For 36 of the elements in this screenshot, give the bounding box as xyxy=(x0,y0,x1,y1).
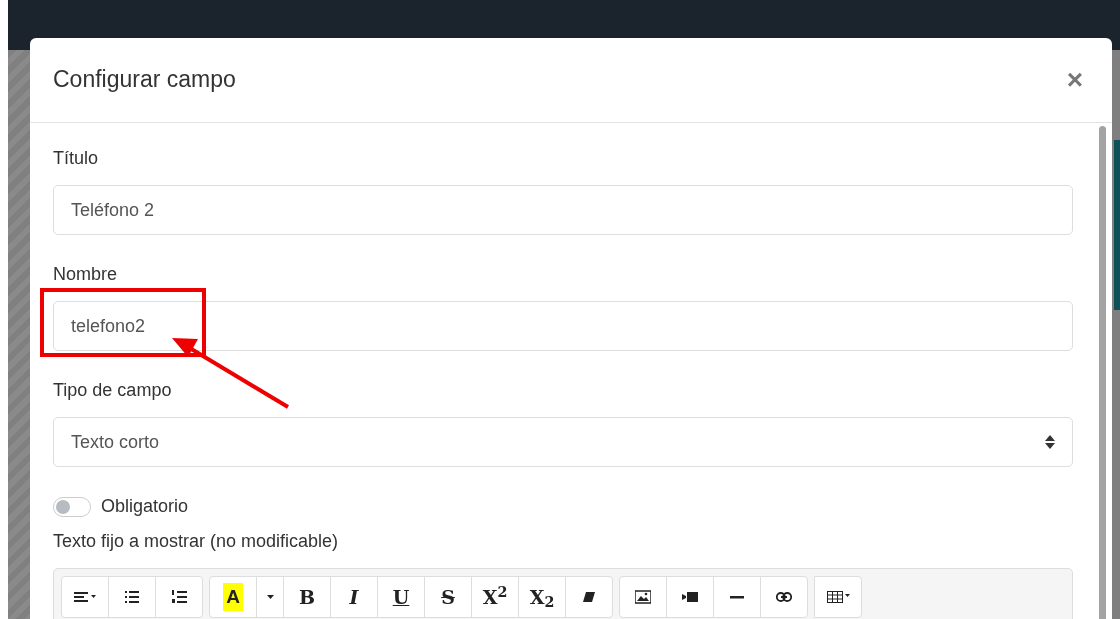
image-icon xyxy=(635,590,651,604)
table-icon xyxy=(826,590,850,604)
numbered-list-button[interactable] xyxy=(155,576,203,618)
strikethrough-button[interactable]: S xyxy=(424,576,472,618)
link-icon xyxy=(776,590,792,604)
sort-arrows-icon xyxy=(1045,435,1055,449)
field-label: Tipo de campo xyxy=(53,379,172,402)
video-button[interactable] xyxy=(666,576,714,618)
toggle-switch[interactable] xyxy=(53,496,91,517)
input-field[interactable]: telefono2 xyxy=(53,301,1073,351)
close-button[interactable]: × xyxy=(1062,66,1087,94)
bullet-list-button[interactable] xyxy=(108,576,156,618)
align-icon xyxy=(74,590,96,604)
scrollbar[interactable] xyxy=(1099,126,1106,619)
field-label: Nombre xyxy=(53,263,118,286)
link-button[interactable] xyxy=(760,576,808,618)
numbered-list-icon xyxy=(171,590,187,604)
italic-button[interactable]: I xyxy=(330,576,378,618)
modal-title: Configurar campo xyxy=(53,66,236,94)
align-button[interactable] xyxy=(61,576,109,618)
image-button[interactable] xyxy=(619,576,667,618)
video-icon xyxy=(682,590,698,604)
table-button[interactable] xyxy=(814,576,862,618)
bold-button[interactable]: B xyxy=(283,576,331,618)
eraser-button[interactable] xyxy=(565,576,613,618)
toggle-label: Obligatorio xyxy=(101,495,189,518)
input-field[interactable]: Teléfono 2 xyxy=(53,185,1073,235)
eraser-icon xyxy=(582,590,596,604)
bullet-list-icon xyxy=(125,590,139,604)
field-label: Título xyxy=(53,147,99,170)
editor-label: Texto fijo a mostrar (no modificable) xyxy=(53,530,340,553)
select-field[interactable]: Texto corto xyxy=(53,417,1073,467)
superscript-button[interactable]: X$^{2}$ xyxy=(471,576,519,618)
underline-button[interactable]: U xyxy=(377,576,425,618)
subscript-button[interactable]: X$_{2}$ xyxy=(518,576,566,618)
text-color-button[interactable]: A xyxy=(209,576,257,618)
